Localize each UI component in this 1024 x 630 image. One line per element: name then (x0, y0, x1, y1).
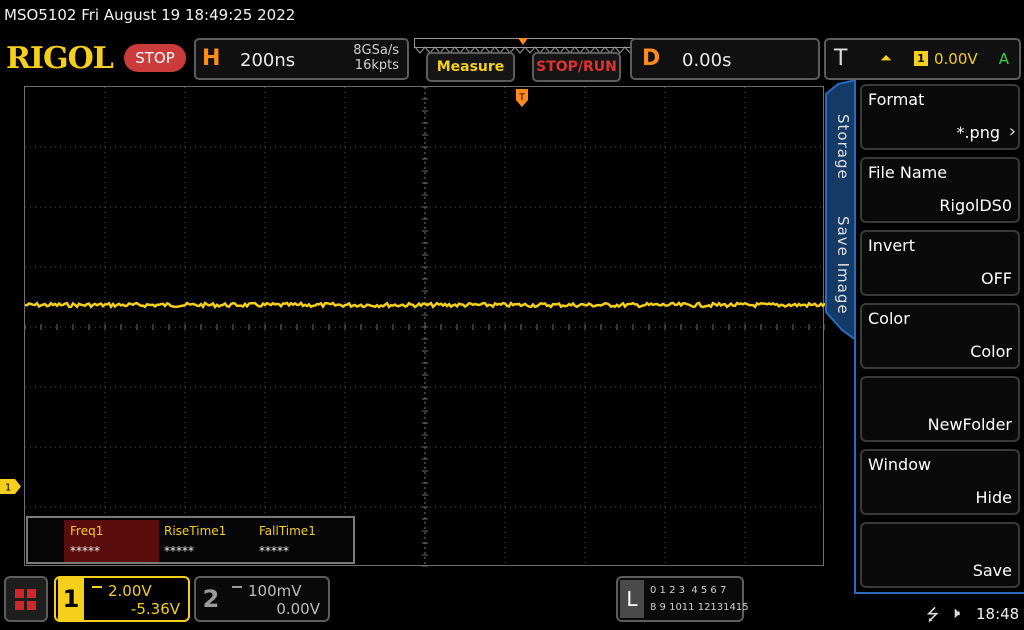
rigol-logo: RIGOL (6, 41, 114, 76)
ch2-scale: 100mV (248, 582, 302, 600)
measurement-freq[interactable]: Freq1 ***** (64, 520, 159, 562)
status-titlebar: MSO5102 Fri August 19 18:49:25 2022 (4, 6, 296, 24)
delay-settings[interactable]: D 0.00s (630, 38, 820, 80)
memory-depth: 16kpts (354, 58, 399, 73)
horizontal-settings[interactable]: H 200ns 8GSa/s 16kpts (194, 38, 409, 80)
ch1-number: 1 (58, 578, 84, 620)
ch1-offset: -5.36V (130, 600, 180, 618)
measurement-name: Freq1 (70, 524, 104, 538)
menu-item-file-name[interactable]: File Name RigolDS0 (860, 157, 1020, 223)
timebase-value: 200ns (240, 50, 296, 71)
menu-item-title: Invert (868, 236, 916, 255)
rising-edge-icon: ⏶ (880, 49, 893, 67)
menu-item-save[interactable]: Save (860, 522, 1020, 588)
trigger-label: T (834, 46, 848, 71)
grid-square (27, 589, 36, 598)
measurement-value: ***** (164, 544, 194, 558)
menu-item-value: *.png (956, 123, 1000, 142)
grid-square (15, 589, 24, 598)
tab-storage[interactable]: Storage (834, 114, 852, 180)
trigger-position-marker[interactable]: T (515, 88, 529, 108)
la-channels-low: 0 1 2 3 4 5 6 7 (650, 585, 727, 596)
grid-square (27, 601, 36, 610)
trigger-settings[interactable]: T ⏶ 1 0.00V A (824, 38, 1021, 80)
trigger-mode: A (998, 50, 1009, 68)
trigger-level: 0.00V (934, 50, 978, 68)
ch1-scale: 2.00V (108, 582, 152, 600)
measurement-risetime[interactable]: RiseTime1 ***** (158, 520, 253, 562)
menu-item-new-folder[interactable]: NewFolder (860, 376, 1020, 442)
menu-item-value: Save (972, 561, 1012, 580)
ch2-settings[interactable]: 2 100mV 0.00V (194, 576, 330, 622)
measurement-name: RiseTime1 (164, 524, 227, 538)
menu-item-invert[interactable]: Invert OFF (860, 230, 1020, 296)
la-channels-high: 8 9 1011 12131415 (650, 602, 749, 613)
horizontal-label: H (202, 46, 221, 71)
measure-button[interactable]: Measure (426, 52, 515, 82)
speaker-muted-icon[interactable]: 🕨 (950, 603, 960, 623)
run-status-badge: STOP (124, 44, 186, 72)
menu-item-title: Format (868, 90, 925, 109)
trigger-source-badge: 1 (914, 51, 928, 66)
menu-item-title: Window (868, 455, 932, 474)
measurement-value: ***** (259, 544, 289, 558)
delay-value: 0.00s (682, 50, 732, 71)
menu-item-value: RigolDS0 (939, 196, 1012, 215)
ch2-number: 2 (202, 585, 220, 613)
system-clock: 18:48 (976, 605, 1020, 623)
menu-item-color[interactable]: Color Color (860, 303, 1020, 369)
waveform-grid[interactable] (24, 86, 825, 567)
menu-item-window[interactable]: Window Hide (860, 449, 1020, 515)
delay-label: D (642, 46, 661, 71)
menu-item-title: Color (868, 309, 910, 328)
tab-save-image[interactable]: Save Image (834, 216, 852, 315)
la-label: L (620, 580, 644, 618)
logic-analyzer-settings[interactable]: L 0 1 2 3 4 5 6 7 8 9 1011 12131415 (616, 576, 749, 622)
ch1-settings[interactable]: 1 2.00V -5.36V (54, 576, 190, 622)
ch1-ground-marker[interactable]: 1 (0, 479, 22, 494)
grid-square (15, 601, 24, 610)
menu-item-value: OFF (981, 269, 1012, 288)
memory-position-marker (518, 38, 528, 45)
svg-text:T: T (518, 93, 525, 103)
ch2-offset: 0.00V (276, 600, 320, 618)
chevron-right-icon: › (1008, 121, 1016, 142)
measurement-name: FallTime1 (259, 524, 316, 538)
graticule (25, 87, 825, 567)
menu-item-format[interactable]: Format *.png › (860, 84, 1020, 150)
menu-item-title: File Name (868, 163, 948, 182)
dc-coupling-icon (92, 586, 102, 592)
menu-item-value: Hide (975, 488, 1012, 507)
stop-run-button[interactable]: STOP/RUN (532, 52, 621, 82)
svg-text:1: 1 (5, 483, 11, 494)
menu-item-value: Color (970, 342, 1012, 361)
home-menu-button[interactable] (4, 576, 48, 622)
sample-rate-info: 8GSa/s 16kpts (353, 43, 399, 73)
measurement-panel[interactable]: Freq1 ***** RiseTime1 ***** FallTime1 **… (26, 516, 355, 564)
menu-item-value: NewFolder (927, 415, 1012, 434)
usb-icon: ⭍ (926, 605, 940, 624)
sample-rate: 8GSa/s (353, 43, 399, 58)
dc-coupling-icon (232, 586, 242, 592)
measurement-value: ***** (70, 544, 100, 558)
ch1-waveform (25, 301, 825, 310)
measurement-falltime[interactable]: FallTime1 ***** (253, 520, 348, 562)
